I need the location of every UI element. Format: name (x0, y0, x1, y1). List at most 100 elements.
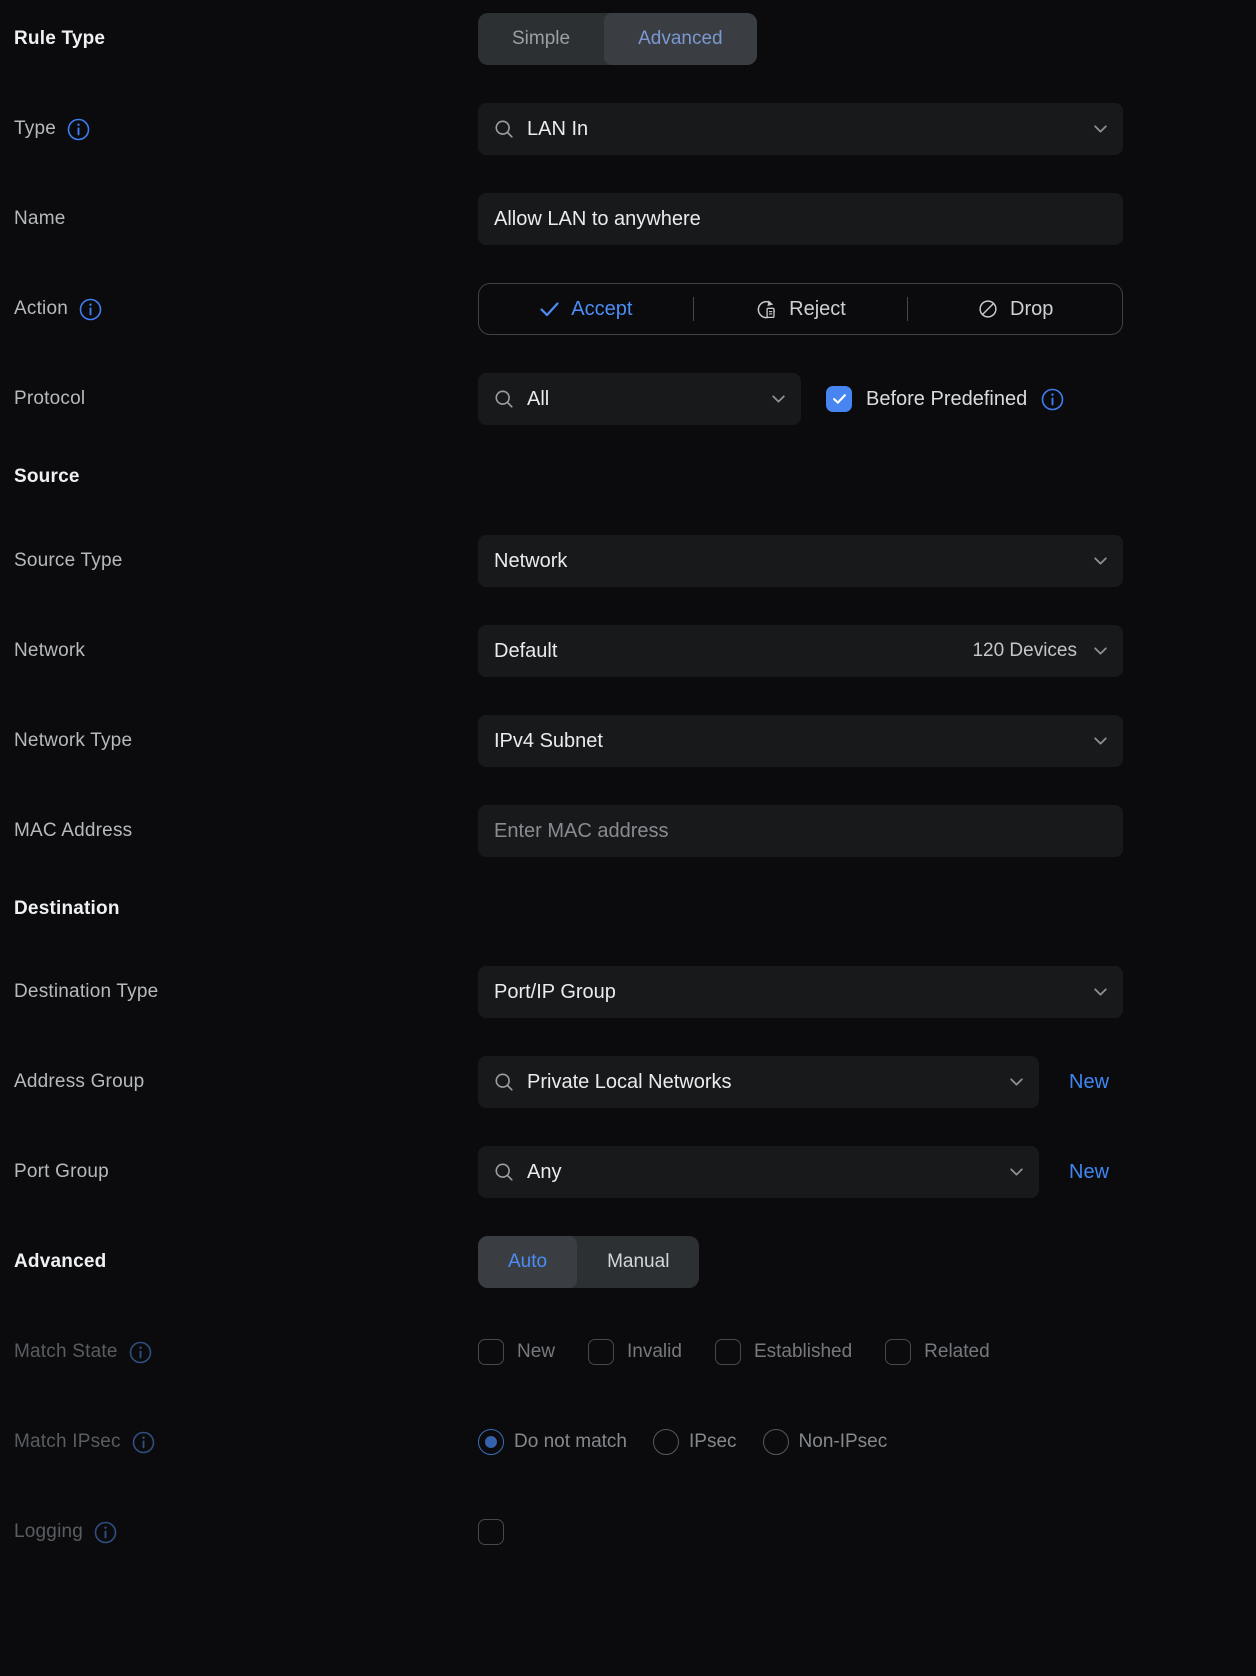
type-select[interactable]: LAN In (478, 103, 1123, 155)
network-select-value: Default (494, 639, 558, 662)
before-predefined-checkbox[interactable] (826, 386, 852, 412)
match-state-row: Match State New Invalid Established Rela… (0, 1326, 1256, 1378)
search-icon (494, 389, 514, 409)
network-select[interactable]: Default 120 Devices (478, 625, 1123, 677)
action-segmented-control: Accept Reject Drop (478, 283, 1123, 335)
check-icon (539, 301, 560, 318)
match-ipsec-row: Match IPsec Do not match IPsec Non-IPsec (0, 1416, 1256, 1468)
info-icon[interactable] (79, 298, 102, 321)
destination-section-heading: Destination (14, 898, 120, 919)
match-state-invalid-checkbox[interactable] (588, 1339, 615, 1365)
firewall-rule-form: Rule Type Simple Advanced Type LAN In Na… (0, 0, 1256, 1676)
info-icon[interactable] (129, 1341, 152, 1364)
before-predefined-group: Before Predefined (826, 386, 1064, 412)
mac-address-label: MAC Address (14, 820, 133, 841)
logging-checkbox[interactable] (478, 1519, 504, 1545)
match-state-related-checkbox[interactable] (885, 1339, 912, 1365)
chevron-down-icon (1092, 121, 1109, 138)
match-ipsec-option-ipsec: IPsec (653, 1429, 737, 1455)
chevron-down-icon (1092, 984, 1109, 1001)
action-row: Action Accept Reject Drop (0, 283, 1256, 335)
action-option-drop[interactable]: Drop (908, 284, 1122, 334)
drop-icon (977, 298, 999, 320)
match-ipsec-non-ipsec-radio[interactable] (762, 1429, 789, 1455)
port-group-select-value: Any (527, 1160, 562, 1183)
name-row: Name (0, 193, 1256, 245)
source-type-select[interactable]: Network (478, 535, 1123, 587)
before-predefined-label: Before Predefined (866, 387, 1028, 410)
match-state-label: Match State (14, 1341, 118, 1362)
destination-type-select[interactable]: Port/IP Group (478, 966, 1123, 1018)
reject-icon (755, 298, 778, 321)
address-group-row: Address Group Private Local Networks New (0, 1056, 1256, 1108)
match-state-new-checkbox[interactable] (478, 1339, 504, 1365)
action-option-accept[interactable]: Accept (479, 284, 693, 334)
port-group-row: Port Group Any New (0, 1146, 1256, 1198)
advanced-option-auto[interactable]: Auto (478, 1236, 578, 1288)
action-option-reject[interactable]: Reject (694, 284, 908, 334)
address-group-select[interactable]: Private Local Networks (478, 1056, 1039, 1108)
source-type-label: Source Type (14, 550, 123, 571)
rule-type-toggle: Simple Advanced (478, 13, 757, 65)
logging-row: Logging (0, 1506, 1256, 1558)
destination-type-label: Destination Type (14, 981, 159, 1002)
network-row: Network Default 120 Devices (0, 625, 1256, 677)
address-group-new-button[interactable]: New (1069, 1071, 1109, 1094)
match-ipsec-ipsec-radio[interactable] (653, 1429, 679, 1455)
action-accept-label: Accept (571, 297, 633, 320)
network-type-label: Network Type (14, 730, 133, 751)
match-ipsec-label: Match IPsec (14, 1431, 121, 1452)
match-state-related-label: Related (924, 1341, 990, 1362)
mac-address-row: MAC Address (0, 805, 1256, 857)
port-group-new-button[interactable]: New (1069, 1161, 1109, 1184)
match-state-new-label: New (517, 1341, 556, 1362)
match-state-invalid-label: Invalid (627, 1341, 682, 1362)
chevron-down-icon (1008, 1074, 1025, 1091)
search-icon (494, 119, 514, 139)
match-state-option-established: Established (714, 1339, 852, 1365)
source-type-row: Source Type Network (0, 535, 1256, 587)
name-input[interactable] (478, 193, 1123, 245)
chevron-down-icon (1008, 1164, 1025, 1181)
advanced-row: Advanced Auto Manual (0, 1236, 1256, 1288)
source-section-heading: Source (14, 466, 80, 487)
rule-type-option-advanced[interactable]: Advanced (604, 13, 757, 65)
chevron-down-icon (1092, 643, 1109, 660)
name-label: Name (14, 208, 66, 229)
match-state-option-invalid: Invalid (588, 1339, 682, 1365)
chevron-down-icon (1092, 733, 1109, 750)
match-state-option-related: Related (885, 1339, 990, 1365)
rule-type-row: Rule Type Simple Advanced (0, 13, 1256, 65)
source-type-select-value: Network (494, 549, 568, 572)
rule-type-label: Rule Type (14, 28, 106, 49)
match-ipsec-option-do-not-match: Do not match (478, 1429, 627, 1455)
network-type-select[interactable]: IPv4 Subnet (478, 715, 1123, 767)
network-type-select-value: IPv4 Subnet (494, 729, 603, 752)
mac-address-input[interactable] (478, 805, 1123, 857)
network-device-count: 120 Devices (972, 640, 1077, 661)
info-icon[interactable] (132, 1431, 155, 1454)
search-icon (494, 1162, 514, 1182)
match-ipsec-do-not-match-radio[interactable] (478, 1429, 504, 1455)
advanced-option-manual[interactable]: Manual (577, 1236, 699, 1288)
info-icon[interactable] (1041, 388, 1064, 411)
address-group-select-value: Private Local Networks (527, 1070, 732, 1093)
rule-type-option-simple[interactable]: Simple (478, 13, 604, 65)
action-label: Action (14, 298, 69, 319)
info-icon[interactable] (94, 1521, 117, 1544)
type-select-value: LAN In (527, 117, 589, 140)
chevron-down-icon (1092, 553, 1109, 570)
destination-type-select-value: Port/IP Group (494, 980, 616, 1003)
port-group-label: Port Group (14, 1161, 109, 1182)
protocol-select[interactable]: All (478, 373, 801, 425)
port-group-select[interactable]: Any (478, 1146, 1039, 1198)
advanced-section-heading: Advanced (14, 1251, 107, 1272)
logging-label: Logging (14, 1521, 84, 1542)
protocol-select-value: All (527, 387, 550, 410)
chevron-down-icon (770, 391, 787, 408)
search-icon (494, 1072, 514, 1092)
protocol-label: Protocol (14, 388, 86, 409)
match-state-established-checkbox[interactable] (714, 1339, 741, 1365)
match-ipsec-ipsec-label: IPsec (689, 1431, 737, 1452)
info-icon[interactable] (67, 118, 90, 141)
